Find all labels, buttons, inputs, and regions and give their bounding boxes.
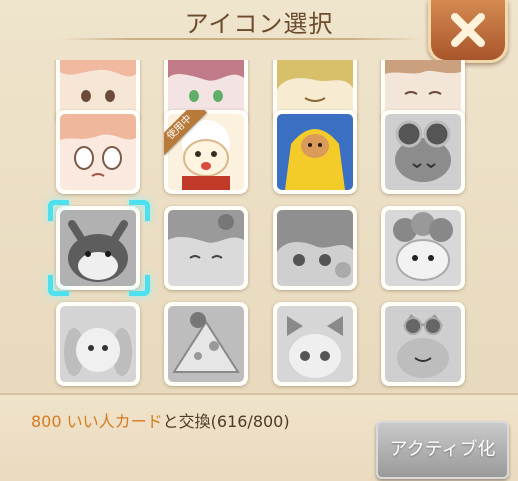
cost-progress: と交換(616/800) [162, 412, 290, 431]
icon-flower-sheep-image [385, 210, 461, 286]
activate-button[interactable]: アクティブ化 [376, 421, 509, 479]
icon-lop-bunny-image [60, 306, 136, 382]
icon-crying-girl[interactable] [56, 110, 140, 194]
icon-flower-girl-image [277, 210, 353, 286]
close-x-icon [451, 13, 485, 47]
title-divider [60, 38, 423, 40]
icon-lop-bunny[interactable] [56, 302, 140, 386]
icon-cheese-cat-image [168, 306, 244, 382]
icon-grid[interactable]: 使用中 [40, 60, 480, 390]
icon-flower-sheep[interactable] [381, 206, 465, 290]
icon-goggles-cat-image [385, 114, 461, 190]
icon-raincoat-dog[interactable] [273, 110, 357, 194]
icon-hamster-image [60, 210, 136, 286]
icon-cheese-cat[interactable] [164, 302, 248, 386]
close-button[interactable] [428, 0, 508, 63]
icon-winking-girl-image [168, 210, 244, 286]
icon-select-dialog: アイコン選択 使用中 800 いい人カードと交換(616/800) アクティブ化 [0, 0, 518, 481]
icon-sheep[interactable]: 使用中 [164, 110, 248, 194]
icon-goggles-cat[interactable] [381, 110, 465, 194]
icon-crying-girl-image [60, 114, 136, 190]
icon-bow-girl[interactable] [273, 302, 357, 386]
icon-flower-girl[interactable] [273, 206, 357, 290]
icon-crown-cat-image [385, 306, 461, 382]
icon-raincoat-dog-image [277, 114, 353, 190]
cost-amount: 800 いい人カード [31, 412, 163, 431]
exchange-cost-text: 800 いい人カードと交換(616/800) [31, 408, 290, 432]
icon-hamster[interactable] [56, 206, 140, 290]
icon-crown-cat[interactable] [381, 302, 465, 386]
icon-bow-girl-image [277, 306, 353, 382]
icon-winking-girl[interactable] [164, 206, 248, 290]
